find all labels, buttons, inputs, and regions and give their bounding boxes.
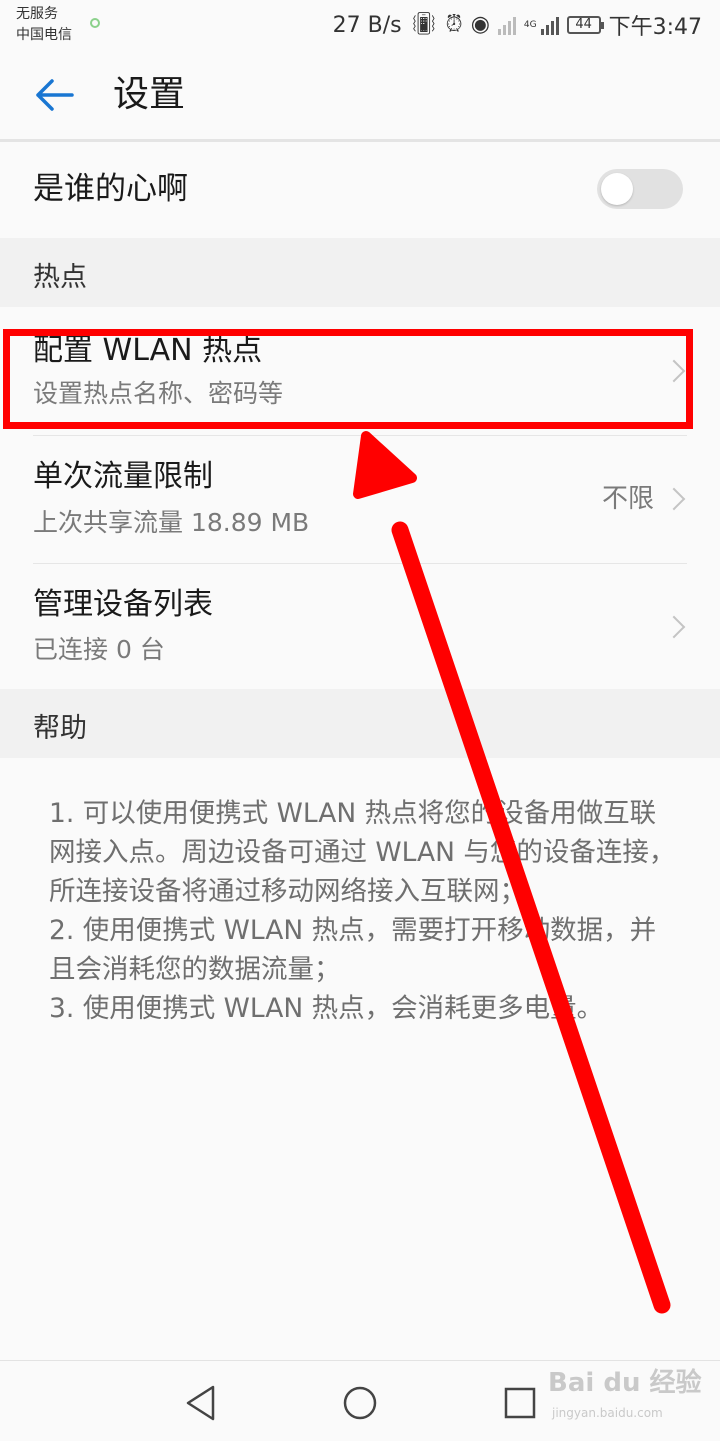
list-item-configure-hotspot[interactable]: 配置 WLAN 热点 设置热点名称、密码等 — [0, 307, 720, 435]
list-item-device-list[interactable]: 管理设备列表 已连接 0 台 — [0, 563, 720, 691]
circle-home-icon — [343, 1386, 377, 1420]
list-item-title: 管理设备列表 — [33, 587, 213, 622]
app-bar: 设置 — [0, 50, 720, 140]
list-item-title: 配置 WLAN 热点 — [33, 333, 263, 368]
list-item-subtitle: 设置热点名称、密码等 — [33, 379, 284, 408]
wifi-signal-icon — [497, 15, 516, 35]
carrier-name: 中国电信 — [16, 27, 72, 43]
chevron-right-icon — [662, 487, 686, 511]
carrier-service-status: 无服务 — [16, 6, 58, 22]
square-recents-icon — [504, 1387, 536, 1419]
hotspot-toggle-row[interactable]: 是谁的心啊 — [0, 142, 720, 238]
nav-back-button[interactable] — [182, 1383, 222, 1423]
carrier-info: 无服务 中国电信 — [16, 4, 72, 46]
section-header-hotspot: 热点 — [0, 238, 720, 307]
cellular-signal-icon — [540, 15, 559, 35]
list-item-subtitle: 已连接 0 台 — [33, 635, 165, 664]
help-paragraph-1: 1. 可以使用便携式 WLAN 热点将您的设备用做互联网接入点。周边设备可通过 … — [49, 798, 676, 907]
hotspot-switch[interactable] — [597, 169, 683, 209]
chevron-right-icon — [662, 359, 686, 383]
alarm-icon: ⏰︎ — [445, 12, 463, 37]
status-bar: 无服务 中国电信 27 B/s 📳︎ ⏰︎ ◉ 4G 44 下午3:47 — [0, 0, 720, 50]
network-speed: 27 B/s — [332, 12, 402, 38]
help-content: 1. 可以使用便携式 WLAN 热点将您的设备用做互联网接入点。周边设备可通过 … — [0, 758, 720, 1360]
section-header-help: 帮助 — [0, 689, 720, 758]
vibrate-icon: 📳︎ — [409, 12, 438, 37]
network-type-label: 4G — [523, 20, 537, 30]
hotspot-settings-list: 配置 WLAN 热点 设置热点名称、密码等 单次流量限制 上次共享流量 18.8… — [0, 307, 720, 689]
page-title: 设置 — [113, 74, 186, 115]
hotspot-name-label: 是谁的心啊 — [33, 171, 188, 207]
nav-recents-button[interactable] — [500, 1383, 540, 1423]
list-item-value: 不限 — [601, 484, 654, 514]
help-text: 1. 可以使用便携式 WLAN 热点将您的设备用做互联网接入点。周边设备可通过 … — [49, 794, 679, 1028]
clock: 下午3:47 — [608, 15, 702, 40]
status-icons: 27 B/s 📳︎ ⏰︎ ◉ 4G 44 下午3:47 — [333, 9, 702, 41]
section-title-hotspot: 热点 — [33, 262, 87, 293]
chevron-right-icon — [662, 615, 686, 639]
switch-knob — [601, 173, 633, 205]
back-button[interactable] — [30, 75, 80, 115]
hd-icon — [90, 18, 100, 28]
back-arrow-icon — [36, 79, 74, 111]
help-paragraph-2: 2. 使用便携式 WLAN 热点，需要打开移动数据，并且会消耗您的数据流量； — [49, 915, 657, 985]
watermark-url: jingyan.baidu.com — [552, 1406, 663, 1420]
triangle-back-icon — [186, 1385, 215, 1421]
section-title-help: 帮助 — [33, 713, 87, 744]
list-item-title: 单次流量限制 — [33, 459, 213, 494]
nav-home-button[interactable] — [340, 1383, 380, 1423]
eye-comfort-icon: ◉ — [470, 12, 490, 37]
watermark-logo: Bai du 经验 — [548, 1368, 702, 1398]
list-item-subtitle: 上次共享流量 18.89 MB — [33, 508, 310, 537]
list-item-data-limit[interactable]: 单次流量限制 上次共享流量 18.89 MB 不限 — [0, 435, 720, 563]
help-paragraph-3: 3. 使用便携式 WLAN 热点，会消耗更多电量。 — [49, 993, 604, 1024]
battery-icon: 44 — [566, 16, 604, 34]
